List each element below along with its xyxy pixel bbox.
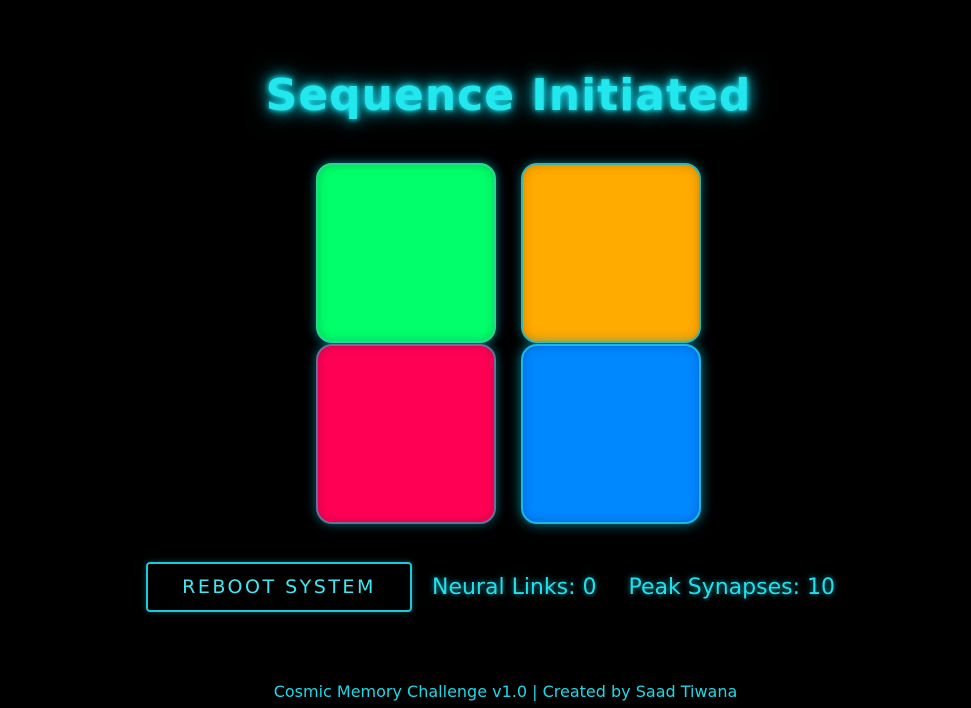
game-title: Sequence Initiated <box>265 70 752 121</box>
footer-credits: Cosmic Memory Challenge v1.0 | Created b… <box>273 682 738 701</box>
neural-links-value: 0 <box>582 575 597 600</box>
peak-synapses-value: 10 <box>806 575 835 600</box>
neural-links-label: Neural Links: <box>432 575 576 600</box>
reboot-system-button[interactable]: REBOOT SYSTEM <box>146 562 412 612</box>
pad-blue[interactable] <box>521 344 701 524</box>
score-panel: Neural Links: 0 Peak Synapses: 10 <box>432 570 835 606</box>
pad-green[interactable] <box>316 163 496 343</box>
pad-orange[interactable] <box>521 163 701 343</box>
pad-red[interactable] <box>316 344 496 524</box>
peak-synapses-label: Peak Synapses: <box>628 575 800 600</box>
